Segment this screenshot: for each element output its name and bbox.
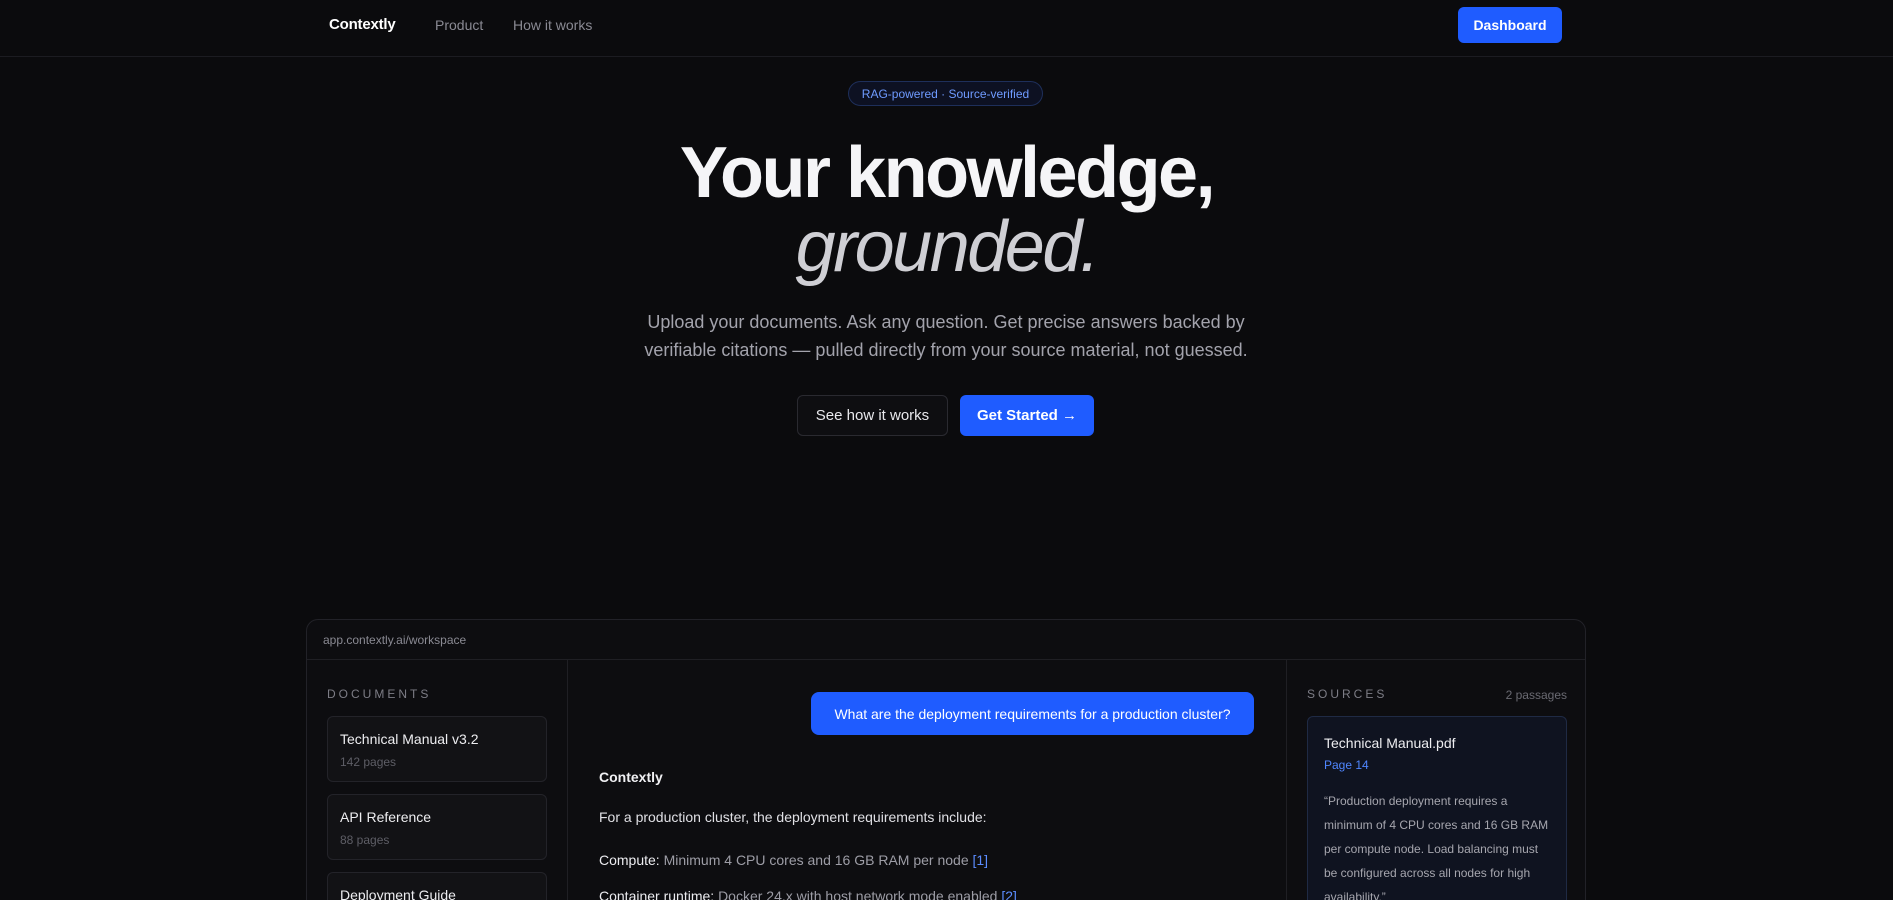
answer-intro: For a production cluster, the deployment…	[599, 809, 987, 825]
app-preview-window: app.contextly.ai/workspace DOCUMENTS Tec…	[306, 619, 1586, 900]
document-name: Deployment Guide	[340, 887, 456, 900]
document-pages: 142 pages	[340, 755, 397, 769]
answer-line: Container runtime: Docker 24.x with host…	[599, 888, 1017, 900]
documents-panel: DOCUMENTS Technical Manual v3.2 142 page…	[307, 660, 568, 900]
answer-key: Container runtime:	[599, 888, 715, 900]
hero-title-line1: Your knowledge,	[679, 133, 1216, 213]
sources-count: 2 passages	[1505, 688, 1567, 702]
hero-subtitle: Upload your documents. Ask any question.…	[596, 308, 1296, 364]
dashboard-button[interactable]: Dashboard	[1458, 7, 1562, 43]
user-message: What are the deployment requirements for…	[811, 692, 1254, 735]
answer-value: Minimum 4 CPU cores and 16 GB RAM per no…	[663, 852, 969, 868]
source-card[interactable]: Technical Manual.pdf Page 14 “Production…	[1307, 716, 1567, 900]
document-card[interactable]: API Reference 88 pages	[327, 794, 547, 860]
answer-key: Compute:	[599, 852, 660, 868]
app-url: app.contextly.ai/workspace	[323, 633, 467, 647]
citation-link[interactable]: [2]	[1001, 888, 1017, 900]
documents-label: DOCUMENTS	[327, 687, 432, 701]
nav-link-how-it-works[interactable]: How it works	[513, 17, 592, 33]
hero-subtitle-line2: verifiable citations — pulled directly f…	[644, 340, 1248, 360]
hero-subtitle-line1: Upload your documents. Ask any question.…	[647, 312, 1245, 332]
sources-label: SOURCES	[1307, 687, 1388, 701]
source-quote: “Production deployment requires a minimu…	[1324, 794, 1549, 900]
see-how-it-works-button[interactable]: See how it works	[797, 395, 948, 436]
app-address-bar: app.contextly.ai/workspace	[307, 620, 1585, 660]
assistant-name: Contextly	[599, 769, 663, 785]
sources-panel: SOURCES 2 passages Technical Manual.pdf …	[1286, 660, 1585, 900]
chat-panel: What are the deployment requirements for…	[568, 660, 1286, 900]
source-page: Page 14	[1324, 758, 1369, 772]
document-name: API Reference	[340, 809, 432, 825]
document-name: Technical Manual v3.2	[340, 731, 479, 747]
document-card[interactable]: Deployment Guide	[327, 872, 547, 900]
document-pages: 88 pages	[340, 833, 390, 847]
answer-value: Docker 24.x with host network mode enabl…	[718, 888, 998, 900]
hero-title-line2: grounded.	[795, 207, 1100, 287]
hero-badge: RAG-powered · Source-verified	[848, 81, 1043, 106]
answer-line: Compute: Minimum 4 CPU cores and 16 GB R…	[599, 852, 988, 868]
nav-link-product[interactable]: Product	[435, 17, 483, 33]
top-nav: Contextly Product How it works Dashboard	[0, 0, 1893, 57]
get-started-button[interactable]: Get Started →	[960, 395, 1094, 436]
source-title: Technical Manual.pdf	[1324, 735, 1456, 751]
brand-logo[interactable]: Contextly	[329, 16, 396, 33]
citation-link[interactable]: [1]	[973, 852, 989, 868]
document-card[interactable]: Technical Manual v3.2 142 pages	[327, 716, 547, 782]
